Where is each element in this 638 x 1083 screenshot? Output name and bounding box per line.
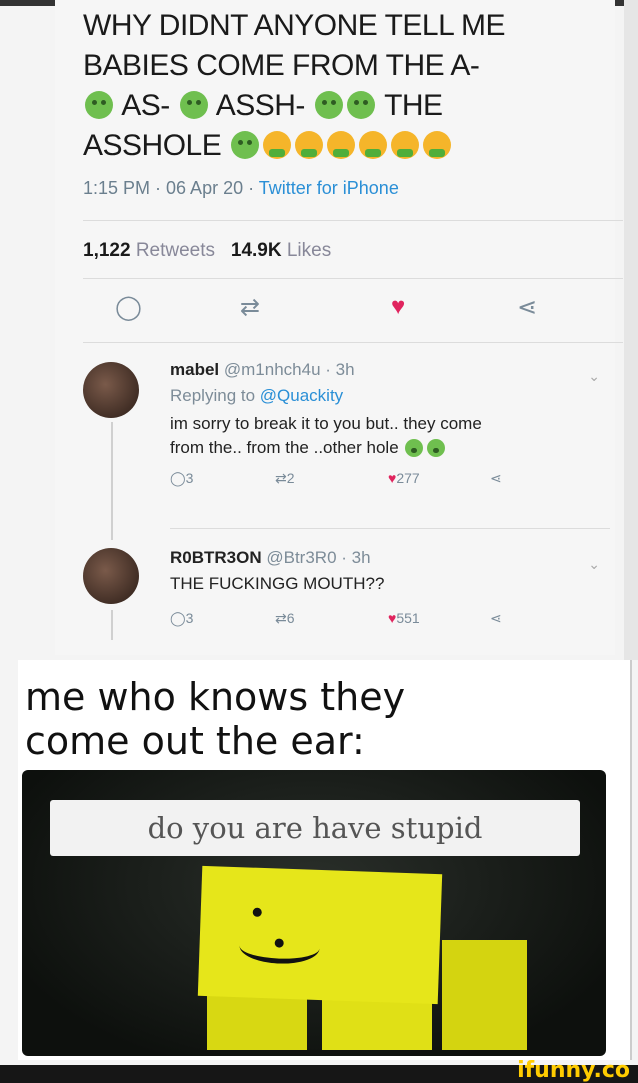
vomit-face-icon bbox=[391, 131, 420, 159]
retweets-link[interactable]: Retweets bbox=[136, 240, 215, 261]
retweet-icon[interactable]: ⇄ 6 bbox=[275, 610, 295, 627]
right-edge bbox=[624, 0, 638, 660]
sick-face-icon bbox=[427, 439, 446, 457]
chevron-down-icon[interactable]: ⌄ bbox=[588, 556, 600, 573]
likes-link[interactable]: Likes bbox=[287, 240, 331, 261]
reply-actions: ◯ 3 ⇄ 2 ♥ 277 ⋖ bbox=[170, 470, 610, 494]
noob-arm bbox=[442, 940, 527, 1050]
replying-to-link[interactable]: @Quackity bbox=[260, 386, 343, 405]
reply-handle: @Btr3R0 · 3h bbox=[266, 548, 371, 567]
thread-line bbox=[111, 610, 113, 640]
tweet-line-2: BABIES COME FROM THE A- bbox=[83, 49, 480, 82]
noob-eye bbox=[252, 907, 262, 917]
tweet-line-3: AS- ASSH- THE bbox=[83, 86, 553, 126]
reply-text: im sorry to break it to you but.. they c… bbox=[170, 414, 482, 457]
sick-face-icon bbox=[346, 91, 375, 119]
vomit-face-icon bbox=[295, 131, 324, 159]
vomit-face-icon bbox=[263, 131, 292, 159]
thread-line bbox=[111, 422, 113, 540]
tweet-meta: 1:15 PM · 06 Apr 20 · Twitter for iPhone bbox=[83, 178, 399, 198]
reply-icon[interactable]: ◯ bbox=[115, 293, 142, 322]
reply-handle: @m1nhch4u · 3h bbox=[223, 360, 355, 379]
divider bbox=[170, 528, 610, 529]
reply-2: ⌄ R0BTR3ON @Btr3R0 · 3h THE FUCKINGG MOU… bbox=[170, 548, 610, 634]
noob-smile bbox=[239, 929, 321, 965]
like-icon[interactable]: ♥ 551 bbox=[388, 610, 420, 626]
meme-caption: me who knows they come out the ear: bbox=[25, 675, 406, 763]
sick-face-icon bbox=[231, 131, 260, 159]
tweet-stats: 1,122 Retweets 14.9K Likes bbox=[83, 240, 332, 261]
noob-head bbox=[197, 865, 443, 1005]
vomit-face-icon bbox=[359, 131, 388, 159]
reply-text: THE FUCKINGG MOUTH?? bbox=[170, 574, 385, 593]
like-icon[interactable]: ♥ bbox=[391, 293, 405, 321]
share-icon[interactable]: ⋖ bbox=[490, 470, 502, 487]
divider bbox=[83, 342, 623, 343]
tweet-line-4: ASSHOLE bbox=[83, 126, 553, 166]
chevron-down-icon[interactable]: ⌄ bbox=[588, 368, 600, 385]
share-icon[interactable]: ⋖ bbox=[517, 293, 537, 322]
ifunny-watermark: ifunny.co bbox=[517, 1058, 630, 1083]
avatar[interactable] bbox=[83, 548, 139, 604]
like-icon[interactable]: ♥ 277 bbox=[388, 470, 420, 486]
sick-face-icon bbox=[314, 91, 343, 119]
tweet-source-link[interactable]: Twitter for iPhone bbox=[259, 178, 399, 198]
reply-icon[interactable]: ◯ 3 bbox=[170, 610, 193, 627]
sick-face-icon bbox=[179, 91, 208, 119]
replying-to: Replying to @Quackity bbox=[170, 386, 344, 405]
tweet-line-1: WHY DIDNT ANYONE TELL ME bbox=[83, 9, 506, 42]
sick-face-icon bbox=[405, 439, 424, 457]
tweet-text: WHY DIDNT ANYONE TELL ME BABIES COME FRO… bbox=[83, 6, 553, 166]
reply-icon[interactable]: ◯ 3 bbox=[170, 470, 193, 487]
reply-author-name[interactable]: mabel bbox=[170, 360, 219, 379]
divider bbox=[83, 278, 623, 279]
vomit-face-icon bbox=[423, 131, 452, 159]
tweet-panel: WHY DIDNT ANYONE TELL ME BABIES COME FRO… bbox=[55, 0, 623, 655]
divider bbox=[83, 220, 623, 221]
roblox-noob-image: do you are have stupid bbox=[22, 770, 606, 1056]
reply-author-name[interactable]: R0BTR3ON bbox=[170, 548, 262, 567]
speech-bubble: do you are have stupid bbox=[50, 800, 580, 856]
avatar[interactable] bbox=[83, 362, 139, 418]
share-icon[interactable]: ⋖ bbox=[490, 610, 502, 627]
reply-actions: ◯ 3 ⇄ 6 ♥ 551 ⋖ bbox=[170, 610, 610, 634]
retweet-icon[interactable]: ⇄ bbox=[240, 293, 260, 322]
sick-face-icon bbox=[85, 91, 113, 119]
retweet-icon[interactable]: ⇄ 2 bbox=[275, 470, 295, 487]
reply-1: ⌄ mabel @m1nhch4u · 3h Replying to @Quac… bbox=[170, 360, 610, 494]
vomit-face-icon bbox=[327, 131, 356, 159]
tweet-actions: ◯ ⇄ ♥ ⋖ bbox=[115, 293, 585, 327]
